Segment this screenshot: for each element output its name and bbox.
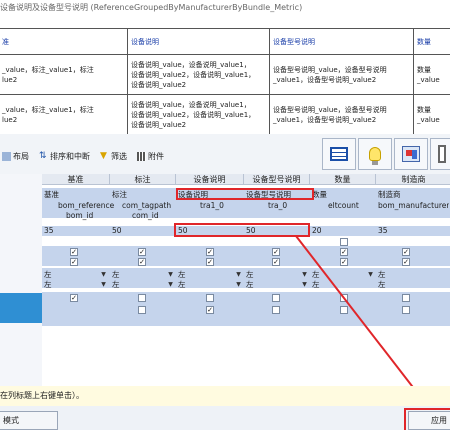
mode-button[interactable]: 模式 [0,411,58,430]
annotation-arrow [295,235,432,414]
hint-bar: 在列标题上右键单击）。 [0,386,450,406]
report-editor-window: 设备说明及设备型号说明 (ReferenceGroupedByManufactu… [0,0,450,430]
highlight-apply-button [404,408,450,430]
arrow-line [295,235,430,409]
dialog-footer: 模式 应用 [0,406,450,430]
